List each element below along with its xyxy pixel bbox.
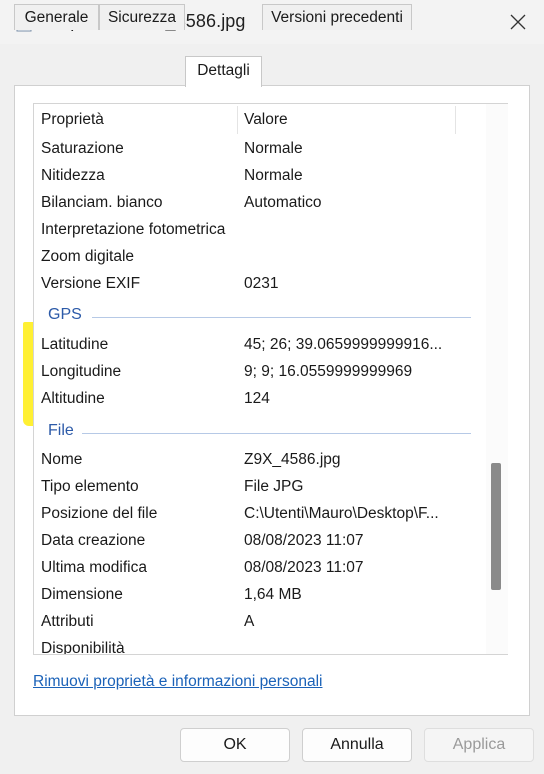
property-value: File JPG — [244, 478, 304, 495]
property-value: 08/08/2023 11:07 — [244, 559, 364, 576]
column-header-value[interactable]: Valore — [244, 111, 288, 129]
column-header-property[interactable]: Proprietà — [41, 111, 104, 129]
list-item[interactable]: Bilanciam. bianco Automatico — [34, 190, 491, 217]
properties-list[interactable]: Proprietà Valore Saturazione Normale Nit… — [33, 103, 508, 655]
group-header-gps[interactable]: GPS — [34, 303, 491, 329]
apply-button[interactable]: Applica — [424, 728, 534, 762]
cancel-button[interactable]: Annulla — [302, 728, 412, 762]
property-name: Ultima modifica — [41, 559, 147, 576]
property-name: Latitudine — [41, 336, 109, 353]
list-item[interactable]: Disponibilità — [34, 636, 491, 655]
property-name: Nome — [41, 451, 83, 468]
property-name: Saturazione — [41, 140, 124, 157]
group-divider — [92, 317, 471, 318]
tab-previous-versions[interactable]: Versioni precedenti — [262, 4, 412, 30]
property-value: 9; 9; 16.0559999999969 — [244, 363, 413, 380]
list-item[interactable]: Data creazione 08/08/2023 11:07 — [34, 528, 491, 555]
property-value: Z9X_4586.jpg — [244, 451, 341, 468]
property-name: Versione EXIF — [41, 275, 141, 292]
property-name: Dimensione — [41, 586, 123, 603]
property-name: Tipo elemento — [41, 478, 139, 495]
list-header: Proprietà Valore — [34, 104, 491, 136]
property-name: Altitudine — [41, 390, 105, 407]
group-label: GPS — [48, 306, 82, 323]
close-icon — [510, 14, 526, 30]
tab-general[interactable]: Generale — [14, 4, 99, 30]
property-name: Nitidezza — [41, 167, 105, 184]
list-item[interactable]: Altitudine 124 — [34, 386, 491, 413]
property-value: 0231 — [244, 275, 279, 292]
list-item[interactable]: Nome Z9X_4586.jpg — [34, 447, 491, 474]
group-divider — [82, 433, 471, 434]
list-item[interactable]: Ultima modifica 08/08/2023 11:07 — [34, 555, 491, 582]
list-item[interactable]: Nitidezza Normale — [34, 163, 491, 190]
list-item[interactable]: Tipo elemento File JPG — [34, 474, 491, 501]
scrollbar-thumb[interactable] — [491, 463, 501, 590]
group-header-file[interactable]: File — [34, 419, 491, 445]
list-item[interactable]: Zoom digitale — [34, 244, 491, 271]
list-item[interactable]: Attributi A — [34, 609, 491, 636]
property-name: Data creazione — [41, 532, 146, 549]
property-value: C:\Utenti\Mauro\Desktop\F... — [244, 505, 439, 522]
list-item[interactable]: Saturazione Normale — [34, 136, 491, 163]
remove-properties-link[interactable]: Rimuovi proprietà e informazioni persona… — [33, 673, 322, 691]
property-value: Normale — [244, 140, 303, 157]
close-button[interactable] — [504, 8, 532, 36]
property-value: Normale — [244, 167, 303, 184]
column-divider[interactable] — [455, 106, 456, 134]
property-value: A — [244, 613, 255, 630]
list-item[interactable]: Interpretazione fotometrica — [34, 217, 491, 244]
property-value: 08/08/2023 11:07 — [244, 532, 364, 549]
property-value: Automatico — [244, 194, 322, 211]
property-name: Posizione del file — [41, 505, 158, 522]
column-divider[interactable] — [237, 106, 238, 134]
property-name: Bilanciam. bianco — [41, 194, 163, 211]
group-label: File — [48, 422, 74, 439]
ok-button[interactable]: OK — [180, 728, 290, 762]
list-item[interactable]: Longitudine 9; 9; 16.0559999999969 — [34, 359, 491, 386]
property-value: 45; 26; 39.0659999999916... — [244, 336, 443, 353]
property-value: 124 — [244, 390, 270, 407]
property-name: Zoom digitale — [41, 248, 135, 265]
property-value: 1,64 MB — [244, 586, 302, 603]
property-name: Attributi — [41, 613, 94, 630]
tab-security[interactable]: Sicurezza — [99, 4, 185, 30]
list-item[interactable]: Dimensione 1,64 MB — [34, 582, 491, 609]
property-name: Longitudine — [41, 363, 122, 380]
tab-details[interactable]: Dettagli — [185, 56, 262, 87]
property-name: Interpretazione fotometrica — [41, 221, 226, 238]
list-item[interactable]: Latitudine 45; 26; 39.0659999999916... — [34, 332, 491, 359]
property-name: Disponibilità — [41, 640, 125, 655]
list-item[interactable]: Versione EXIF 0231 — [34, 271, 491, 298]
list-item[interactable]: Posizione del file C:\Utenti\Mauro\Deskt… — [34, 501, 491, 528]
